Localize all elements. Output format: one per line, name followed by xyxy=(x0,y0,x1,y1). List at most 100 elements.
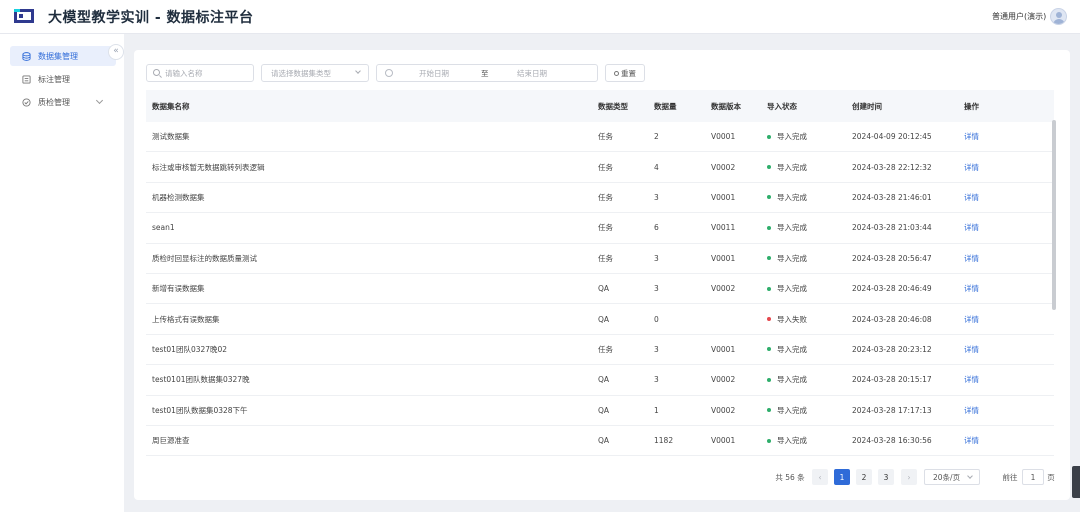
details-link[interactable]: 详情 xyxy=(964,283,1024,294)
created-time-cell: 2024-03-28 21:03:44 xyxy=(852,223,932,233)
sidebar-item-dataset-management[interactable]: 数据集管理 xyxy=(10,46,116,66)
details-link[interactable]: 详情 xyxy=(964,435,1024,446)
table-row[interactable]: 质检时回显标注的数据质量测试 任务 3 V0001 导入完成 2024-03-28 20:… xyxy=(146,244,1054,274)
side-tool-tab[interactable] xyxy=(1072,466,1080,498)
data-version-cell: V0002 xyxy=(711,405,736,415)
reset-button[interactable]: 重置 xyxy=(605,64,645,82)
page-1-button[interactable]: 1 xyxy=(834,469,850,485)
data-version-cell: V0002 xyxy=(711,375,736,385)
data-type-cell: QA xyxy=(598,284,610,294)
sidebar-item-annotation-management[interactable]: 标注管理 xyxy=(10,69,116,89)
prev-page-button[interactable]: ‹ xyxy=(812,469,828,485)
table-row[interactable]: 标注或审核暂无数据跳转列表逻辑 任务 4 V0002 导入完成 2024-03-28 22… xyxy=(146,152,1054,183)
table-row[interactable]: 测试数据集 任务 2 V0001 导入完成 2024-04-09 20:12:45 详情 xyxy=(146,122,1054,153)
details-link[interactable]: 详情 xyxy=(964,162,1024,173)
table-body: 测试数据集 任务 2 V0001 导入完成 2024-04-09 20:12:45 详情 标注… xyxy=(146,122,1054,457)
dataset-name-cell: sean1 xyxy=(152,223,175,233)
created-time-cell: 2024-03-28 22:12:32 xyxy=(852,162,932,172)
dataset-type-select[interactable]: 请选择数据集类型 xyxy=(261,64,369,82)
import-status-cell: 导入完成 xyxy=(767,374,852,385)
dataset-name-cell: test01团队数据集0328下午 xyxy=(152,405,248,415)
data-version-cell: V0001 xyxy=(711,436,736,446)
details-link[interactable]: 详情 xyxy=(964,222,1024,233)
table-row[interactable]: test01团队0327晚02 任务 3 V0001 导入完成 2024-03-28 20… xyxy=(146,335,1054,366)
data-type-cell: 任务 xyxy=(598,344,613,354)
created-time-cell: 2024-03-28 20:23:12 xyxy=(852,344,932,354)
status-success-dot xyxy=(767,408,771,413)
sidebar-item-label: 质检管理 xyxy=(38,97,70,107)
status-success-dot xyxy=(767,225,771,230)
import-status-cell: 导入完成 xyxy=(767,435,852,446)
data-type-cell: QA xyxy=(598,436,610,446)
status-text: 导入完成 xyxy=(777,436,807,446)
status-text: 导入完成 xyxy=(777,132,807,142)
details-link[interactable]: 详情 xyxy=(964,192,1024,203)
created-time-cell: 2024-03-28 20:15:17 xyxy=(852,375,932,385)
import-status-cell: 导入完成 xyxy=(767,222,852,233)
column-header: 创建时间 xyxy=(852,101,882,111)
table-header: 数据集名称 数据类型 数据量 数据版本 导入状态 创建时间 操作 xyxy=(146,90,1054,122)
page-3-button[interactable]: 3 xyxy=(878,469,894,485)
status-text: 导入完成 xyxy=(777,223,807,233)
data-version-cell: V0011 xyxy=(711,223,736,233)
date-range-separator: 至 xyxy=(481,69,489,78)
table-row[interactable]: test0101团队数据集0327晚 QA 3 V0002 导入完成 2024-03-28… xyxy=(146,365,1054,396)
details-link[interactable]: 详情 xyxy=(964,253,1024,264)
column-header: 数据集名称 xyxy=(152,101,190,111)
status-success-dot xyxy=(767,165,771,170)
status-text: 导入完成 xyxy=(777,375,807,385)
data-version-cell: V0002 xyxy=(711,284,736,294)
dataset-name-cell: 周巨源准查 xyxy=(152,436,190,446)
chevron-down-icon xyxy=(967,473,973,479)
import-status-cell: 导入失败 xyxy=(767,314,852,325)
status-text: 导入完成 xyxy=(777,284,807,294)
created-time-cell: 2024-03-28 20:46:08 xyxy=(852,314,932,324)
user-avatar[interactable] xyxy=(1050,8,1067,25)
status-text: 导入完成 xyxy=(777,192,807,202)
next-page-button[interactable]: › xyxy=(901,469,917,485)
table-row[interactable]: test01团队数据集0328下午 QA 1 V0002 导入完成 2024-03-28 … xyxy=(146,396,1054,426)
table-row[interactable]: 机器检测数据集 任务 3 V0001 导入完成 2024-03-28 21:46:01 详情 xyxy=(146,183,1054,214)
goto-page-input[interactable]: 1 xyxy=(1022,469,1044,485)
page-size-select[interactable]: 20条/页 xyxy=(924,469,980,485)
goto-suffix: 页 xyxy=(1047,472,1055,482)
data-version-cell: V0002 xyxy=(711,162,736,172)
details-link[interactable]: 详情 xyxy=(964,344,1024,355)
data-type-cell: 任务 xyxy=(598,253,613,263)
details-link[interactable]: 详情 xyxy=(964,405,1024,416)
date-range-picker[interactable]: 开始日期 至 结束日期 xyxy=(376,64,598,82)
table-row[interactable]: sean1 任务 6 V0011 导入完成 2024-03-28 21:03:44 详情 xyxy=(146,213,1054,244)
data-version-cell: V0001 xyxy=(711,253,736,263)
sidebar-collapse-button[interactable]: « xyxy=(108,44,124,60)
data-type-cell: 任务 xyxy=(598,162,613,172)
data-version-cell: V0001 xyxy=(711,344,736,354)
sidebar-item-quality-management[interactable]: 质检管理 xyxy=(10,92,116,112)
table-row[interactable]: 上传格式有误数据集 QA 0 导入失败 2024-03-28 20:46:08 详情 xyxy=(146,304,1054,335)
dataset-name-cell: 上传格式有误数据集 xyxy=(152,314,220,324)
page-2-button[interactable]: 2 xyxy=(856,469,872,485)
data-type-cell: 任务 xyxy=(598,132,613,142)
created-time-cell: 2024-03-28 21:46:01 xyxy=(852,192,932,202)
details-link[interactable]: 详情 xyxy=(964,374,1024,385)
name-search-input[interactable]: 请输入名称 xyxy=(146,64,254,82)
details-link[interactable]: 详情 xyxy=(964,314,1024,325)
top-header: 大模型教学实训 - 数据标注平台 普通用户(演示) xyxy=(0,0,1080,34)
sidebar-item-label: 标注管理 xyxy=(38,74,70,84)
import-status-cell: 导入完成 xyxy=(767,192,852,203)
column-header: 数据量 xyxy=(654,101,677,111)
details-link[interactable]: 详情 xyxy=(964,131,1024,142)
current-user-name[interactable]: 普通用户(演示) xyxy=(992,11,1046,22)
data-count-cell: 1182 xyxy=(654,436,674,446)
data-type-cell: QA xyxy=(598,314,610,324)
start-date-input[interactable]: 开始日期 xyxy=(419,68,449,79)
created-time-cell: 2024-03-28 20:56:47 xyxy=(852,253,932,263)
end-date-input[interactable]: 结束日期 xyxy=(517,68,547,79)
table-row[interactable]: 周巨源准查 QA 1182 V0001 导入完成 2024-03-28 16:30:56 详… xyxy=(146,426,1054,457)
check-circle-icon xyxy=(22,97,31,107)
total-count: 共 56 条 xyxy=(775,472,805,482)
table-scrollbar[interactable] xyxy=(1052,120,1056,310)
data-version-cell: V0001 xyxy=(711,132,736,142)
column-header: 导入状态 xyxy=(767,101,797,111)
table-row[interactable]: 新增有误数据集 QA 3 V0002 导入完成 2024-03-28 20:46:49 详情 xyxy=(146,274,1054,305)
search-icon xyxy=(153,69,160,76)
